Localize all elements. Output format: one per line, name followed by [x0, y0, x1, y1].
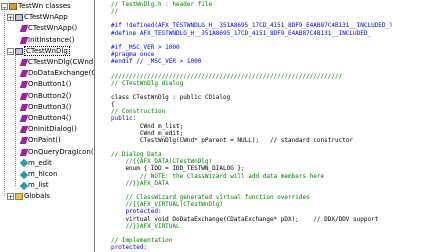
- collapse-icon[interactable]: −: [7, 47, 14, 56]
- member-variable-icon: [19, 159, 29, 168]
- tree-member-item[interactable]: OnInitDialog(): [19, 124, 77, 135]
- tree-item-label: OnButton3(): [28, 102, 72, 111]
- tree-member-item[interactable]: DoDataExchange(CD: [19, 68, 95, 79]
- method-icon: [19, 36, 29, 44]
- method-icon: [19, 148, 29, 156]
- tree-item-label: OnButton4(): [28, 114, 72, 122]
- code-line[interactable]: //}}AFX_VIRTUAL: [111, 223, 179, 231]
- method-icon: [19, 115, 29, 122]
- tree-item-label: CTestWnApp: [24, 13, 68, 22]
- tree-connector: [15, 53, 16, 187]
- code-line[interactable]: class CTestWnDlg : public CDialog: [111, 94, 230, 102]
- tree-folder-item[interactable]: + Globals: [7, 191, 50, 202]
- tree-member-item[interactable]: m_edit: [19, 158, 52, 169]
- code-line[interactable]: // CTestWnDlg dialog: [111, 80, 183, 88]
- tree-member-item[interactable]: OnButton3(): [19, 102, 72, 113]
- tree-member-item[interactable]: OnButton2(): [19, 91, 72, 102]
- tree-item-label: DoDataExchange(CD: [28, 69, 95, 78]
- tree-member-item[interactable]: OnQueryDragIcon(): [19, 147, 95, 158]
- method-icon: [19, 92, 29, 100]
- tree-item-label: m_edit: [28, 158, 52, 167]
- code-line[interactable]: CTestWnDlg(CWnd* pParent = NULL); // sta…: [111, 137, 353, 145]
- expand-icon[interactable]: +: [7, 14, 14, 22]
- tree-item-label: CTestWnDlg: [24, 45, 70, 56]
- tree-item-label: CTestWnApp(): [28, 24, 78, 33]
- code-line[interactable]: protected:: [111, 244, 147, 252]
- tree-item-label: CTestWnDlg(CWnd *: [28, 58, 95, 66]
- method-icon: [19, 70, 29, 78]
- method-icon: [19, 81, 29, 89]
- tree-item-label: m_list: [28, 181, 49, 190]
- tree-class-item[interactable]: − CTestWnDlg: [7, 45, 70, 57]
- class-view-pane[interactable]: − TestWn classes + CTestWnApp CTestWnApp() I…: [0, 0, 95, 252]
- member-variable-icon: [19, 170, 29, 179]
- class-icon: [15, 47, 23, 55]
- tree-connector: [4, 8, 5, 197]
- tree-item-label: Globals: [24, 192, 50, 201]
- method-icon: [19, 126, 29, 134]
- project-icon: [9, 3, 17, 10]
- method-icon: [19, 137, 29, 145]
- code-line[interactable]: //}}AFX_DATA: [111, 180, 168, 188]
- tree-member-item[interactable]: InitInstance(): [19, 35, 75, 46]
- code-editor[interactable]: // TestWnDlg.h : header file//#if !defin…: [95, 0, 448, 252]
- tree-member-item[interactable]: OnButton1(): [19, 79, 72, 90]
- tree-member-item[interactable]: m_list: [19, 180, 49, 191]
- folder-icon: [15, 193, 23, 201]
- class-icon: [15, 14, 23, 22]
- tree-root[interactable]: − TestWn classes: [1, 1, 71, 12]
- tree-item-label: OnPaint(): [28, 136, 61, 145]
- expand-icon[interactable]: +: [7, 193, 14, 201]
- ide-window: − TestWn classes + CTestWnApp CTestWnApp() I…: [0, 0, 448, 252]
- tree-item-label: OnInitDialog(): [28, 125, 77, 134]
- method-icon: [19, 59, 29, 66]
- tree-member-item[interactable]: OnPaint(): [19, 135, 61, 146]
- code-line[interactable]: //: [111, 8, 118, 16]
- tree-item-label: m_hIcon: [28, 170, 58, 178]
- tree-member-item[interactable]: m_hIcon: [19, 169, 58, 180]
- tree-class-item[interactable]: + CTestWnApp: [7, 12, 68, 23]
- code-line[interactable]: // TestWnDlg.h : header file: [111, 1, 212, 9]
- method-icon: [19, 25, 29, 33]
- tree-root-label: TestWn classes: [18, 2, 71, 10]
- tree-item-label: OnQueryDragIcon(): [28, 147, 95, 156]
- tree-item-label: OnButton1(): [28, 80, 72, 89]
- tree-member-item[interactable]: CTestWnApp(): [19, 23, 78, 34]
- tree-member-item[interactable]: OnButton4(): [19, 113, 72, 124]
- tree-item-label: InitInstance(): [28, 35, 75, 44]
- code-line[interactable]: #define AFX_TESTWNDLG_H__351A8695_17CD_4…: [111, 30, 371, 38]
- tree-member-item[interactable]: CTestWnDlg(CWnd *: [19, 57, 95, 68]
- tree-item-label: OnButton2(): [28, 91, 72, 100]
- code-line[interactable]: #endif // _MSC_VER > 1000: [111, 58, 201, 66]
- method-icon: [19, 103, 29, 111]
- member-variable-icon: [19, 181, 29, 190]
